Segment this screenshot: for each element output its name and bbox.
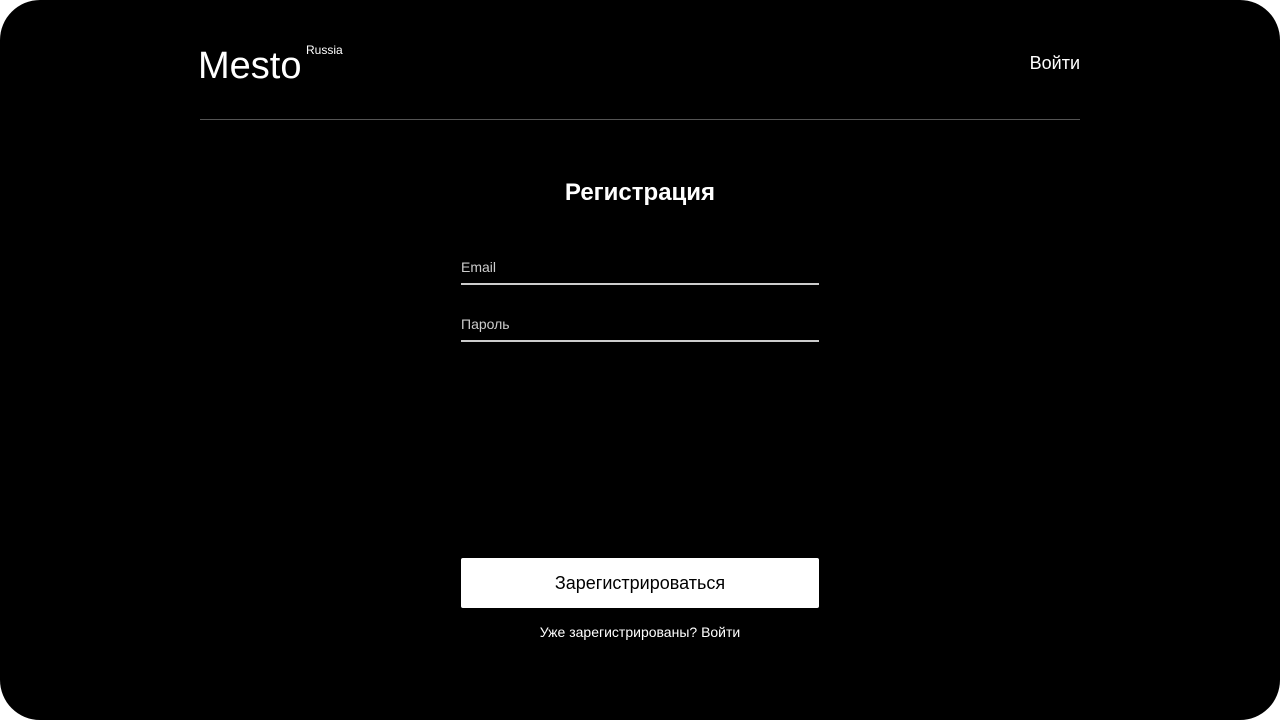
logo-text: Mesto: [198, 45, 302, 87]
header-login-link[interactable]: Войти: [1030, 52, 1080, 74]
logo: Mesto: [198, 44, 301, 88]
register-button[interactable]: Зарегистрироваться: [461, 558, 819, 608]
logo-region-label: Russia: [306, 43, 343, 57]
signin-hint-text: Уже зарегистрированы?: [539, 624, 698, 640]
signin-link[interactable]: Войти: [701, 624, 740, 640]
email-field[interactable]: [461, 257, 819, 285]
form-title: Регистрация: [564, 179, 716, 206]
password-field[interactable]: [461, 314, 819, 342]
signin-hint: Уже зарегистрированы? Войти: [461, 624, 819, 641]
app-window: Mesto Russia Войти Регистрация Зарегистр…: [0, 0, 1280, 720]
registration-form: Регистрация Зарегистрироваться Уже зарег…: [461, 0, 819, 720]
